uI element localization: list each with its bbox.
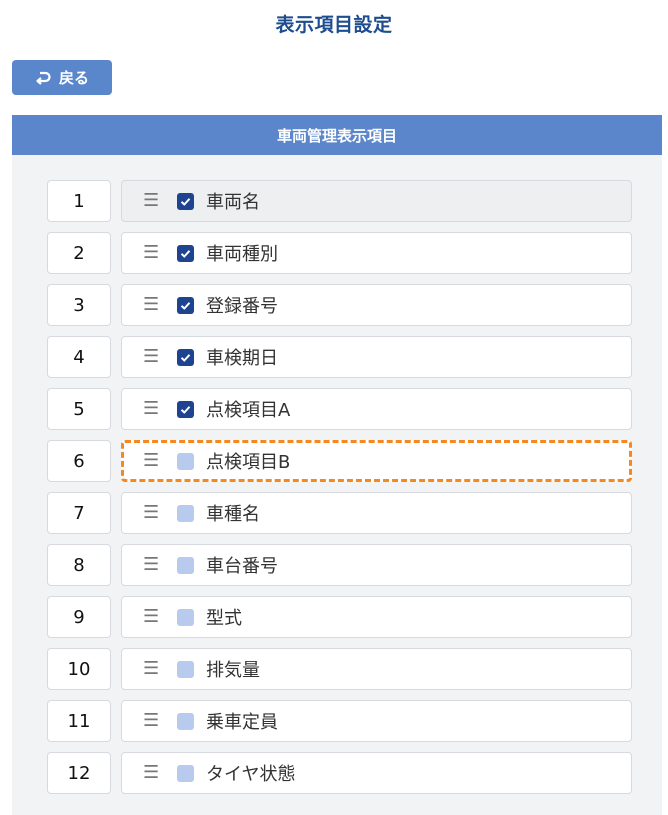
order-number: 10 bbox=[47, 648, 111, 690]
item-label: 点検項目B bbox=[206, 452, 291, 473]
item-checkbox[interactable] bbox=[177, 452, 194, 470]
drag-handle-icon[interactable]: ☰ bbox=[143, 296, 161, 314]
item-label: 点検項目A bbox=[206, 400, 291, 421]
draggable-item[interactable]: ☰ 登録番号 bbox=[121, 284, 632, 326]
list-item: 12 ☰ タイヤ状態 bbox=[47, 752, 632, 794]
drag-handle-icon[interactable]: ☰ bbox=[143, 400, 161, 418]
order-number: 5 bbox=[47, 388, 111, 430]
order-number: 1 bbox=[47, 180, 111, 222]
list-item: 11 ☰ 乗車定員 bbox=[47, 700, 632, 742]
list-item: 8 ☰ 車台番号 bbox=[47, 544, 632, 586]
order-number: 8 bbox=[47, 544, 111, 586]
draggable-item[interactable]: ☰ 車種名 bbox=[121, 492, 632, 534]
draggable-item[interactable]: ☰ 点検項目A bbox=[121, 388, 632, 430]
draggable-item[interactable]: ☰ 点検項目B bbox=[121, 440, 632, 482]
item-label: タイヤ状態 bbox=[206, 764, 296, 785]
item-checkbox[interactable] bbox=[177, 660, 194, 678]
item-label: 車種名 bbox=[206, 504, 260, 525]
order-number: 9 bbox=[47, 596, 111, 638]
drag-handle-icon[interactable]: ☰ bbox=[143, 608, 161, 626]
item-label: 車両種別 bbox=[206, 244, 278, 265]
panel-header: 車両管理表示項目 bbox=[12, 115, 662, 155]
checkmark-icon bbox=[180, 249, 191, 258]
item-label: 型式 bbox=[206, 608, 242, 629]
page-title: 表示項目設定 bbox=[275, 14, 393, 36]
draggable-item[interactable]: ☰ 乗車定員 bbox=[121, 700, 632, 742]
item-label: 車両名 bbox=[206, 192, 260, 213]
item-checkbox[interactable] bbox=[177, 244, 194, 262]
order-number: 7 bbox=[47, 492, 111, 534]
order-number: 2 bbox=[47, 232, 111, 274]
drag-handle-icon[interactable]: ☰ bbox=[143, 244, 161, 262]
list-item: 9 ☰ 型式 bbox=[47, 596, 632, 638]
order-number: 11 bbox=[47, 700, 111, 742]
item-checkbox[interactable] bbox=[177, 400, 194, 418]
order-number: 4 bbox=[47, 336, 111, 378]
drag-handle-icon[interactable]: ☰ bbox=[143, 660, 161, 678]
list-item: 3 ☰ 登録番号 bbox=[47, 284, 632, 326]
item-label: 車検期日 bbox=[206, 348, 278, 369]
draggable-item[interactable]: ☰ 車台番号 bbox=[121, 544, 632, 586]
checkmark-icon bbox=[180, 301, 191, 310]
list-item: 4 ☰ 車検期日 bbox=[47, 336, 632, 378]
return-arrow-icon bbox=[35, 70, 51, 86]
draggable-item[interactable]: ☰ 型式 bbox=[121, 596, 632, 638]
drag-handle-icon[interactable]: ☰ bbox=[143, 348, 161, 366]
back-button[interactable]: 戻る bbox=[12, 60, 112, 95]
drag-handle-icon[interactable]: ☰ bbox=[143, 712, 161, 730]
item-checkbox[interactable] bbox=[177, 348, 194, 366]
item-checkbox[interactable] bbox=[177, 608, 194, 626]
drag-handle-icon[interactable]: ☰ bbox=[143, 192, 161, 210]
list-item: 5 ☰ 点検項目A bbox=[47, 388, 632, 430]
draggable-item[interactable]: ☰ 車両種別 bbox=[121, 232, 632, 274]
item-checkbox[interactable] bbox=[177, 296, 194, 314]
item-label: 乗車定員 bbox=[206, 712, 278, 733]
list-item: 2 ☰ 車両種別 bbox=[47, 232, 632, 274]
order-number: 3 bbox=[47, 284, 111, 326]
item-checkbox[interactable] bbox=[177, 556, 194, 574]
item-label: 排気量 bbox=[206, 660, 260, 681]
item-checkbox[interactable] bbox=[177, 504, 194, 522]
item-checkbox[interactable] bbox=[177, 712, 194, 730]
item-label: 車台番号 bbox=[206, 556, 278, 577]
list-item: 10 ☰ 排気量 bbox=[47, 648, 632, 690]
list-item: 7 ☰ 車種名 bbox=[47, 492, 632, 534]
display-items-panel: 車両管理表示項目 1 ☰ 車両名 2 ☰ 車両種別 3 ☰ 登録番号 4 ☰ 車検期日 5 ☰ 点検項目A 6… bbox=[12, 115, 662, 815]
draggable-item[interactable]: ☰ 車検期日 bbox=[121, 336, 632, 378]
list-item: 6 ☰ 点検項目B bbox=[47, 440, 632, 482]
drag-handle-icon[interactable]: ☰ bbox=[143, 452, 161, 470]
item-label: 登録番号 bbox=[206, 296, 278, 317]
drag-handle-icon[interactable]: ☰ bbox=[143, 764, 161, 782]
order-number: 12 bbox=[47, 752, 111, 794]
list-item: 1 ☰ 車両名 bbox=[47, 180, 632, 222]
order-number: 6 bbox=[47, 440, 111, 482]
item-checkbox[interactable] bbox=[177, 764, 194, 782]
checkmark-icon bbox=[180, 353, 191, 362]
draggable-item[interactable]: ☰ 車両名 bbox=[121, 180, 632, 222]
drag-handle-icon[interactable]: ☰ bbox=[143, 504, 161, 522]
checkmark-icon bbox=[180, 405, 191, 414]
draggable-item[interactable]: ☰ タイヤ状態 bbox=[121, 752, 632, 794]
draggable-item[interactable]: ☰ 排気量 bbox=[121, 648, 632, 690]
checkmark-icon bbox=[180, 197, 191, 206]
back-button-label: 戻る bbox=[58, 69, 89, 87]
drag-handle-icon[interactable]: ☰ bbox=[143, 556, 161, 574]
item-checkbox[interactable] bbox=[177, 192, 194, 210]
